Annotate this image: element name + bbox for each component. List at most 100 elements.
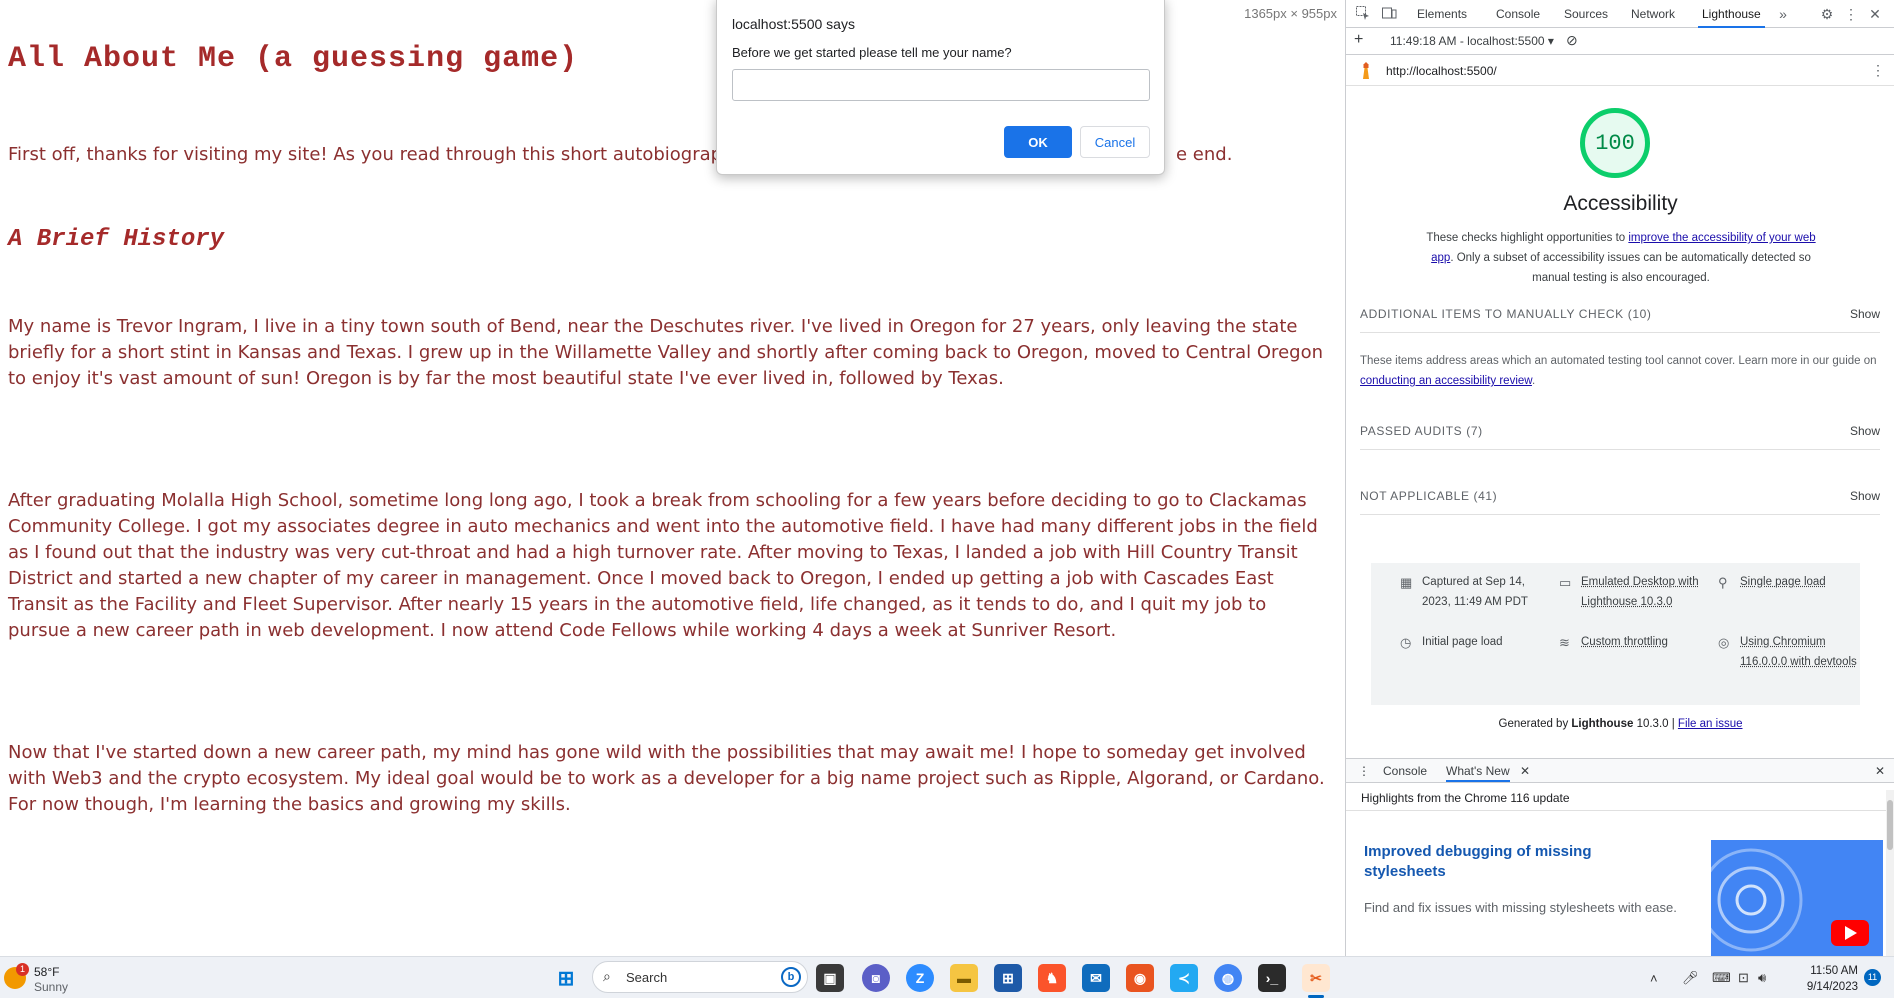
inspect-element-icon[interactable]: [1354, 5, 1372, 23]
note-prefix: These items address areas which an autom…: [1360, 355, 1877, 367]
ubuntu-icon[interactable]: ◉: [1126, 964, 1154, 992]
browser-viewport: 1365px × 955px All About Me (a guessing …: [0, 0, 1345, 956]
start-windows-icon[interactable]: ⊞: [552, 964, 580, 992]
section-manual-checks[interactable]: ADDITIONAL ITEMS TO MANUALLY CHECK (10) …: [1360, 307, 1880, 333]
close-drawer-icon[interactable]: ✕: [1875, 764, 1885, 778]
whats-new-description: Find and fix issues with missing stylesh…: [1364, 900, 1677, 915]
mail-icon[interactable]: ✉: [1082, 964, 1110, 992]
generated-by: Generated by Lighthouse 10.3.0 | File an…: [1346, 718, 1894, 730]
tab-sources[interactable]: Sources: [1564, 0, 1608, 28]
file-explorer-icon[interactable]: ▬: [950, 964, 978, 992]
viewport-dimensions-label: 1365px × 955px: [1244, 6, 1337, 21]
vscode-icon[interactable]: ≺: [1170, 964, 1198, 992]
dialog-name-input[interactable]: [732, 69, 1150, 101]
whats-new-video-thumbnail[interactable]: [1711, 840, 1883, 956]
category-description: These checks highlight opportunities to …: [1416, 228, 1826, 288]
report-url-bar: http://localhost:5500/ ⋮: [1346, 56, 1894, 86]
tab-network[interactable]: Network: [1631, 0, 1675, 28]
whats-new-title-link[interactable]: Improved debugging of missing stylesheet…: [1364, 842, 1664, 882]
intro-tail-text: e end.: [1176, 144, 1233, 165]
network-icon[interactable]: ⊡: [1738, 957, 1749, 998]
cancel-button[interactable]: Cancel: [1080, 126, 1150, 158]
new-report-icon[interactable]: +: [1354, 31, 1363, 49]
weather-badge: 1: [16, 963, 29, 976]
search-icon: ⌕: [603, 968, 611, 984]
clear-reports-icon[interactable]: ⊘: [1566, 32, 1578, 49]
env-text: Emulated Desktop with Lighthouse 10.3.0: [1581, 576, 1699, 608]
chrome-icon[interactable]: ◍: [1214, 964, 1242, 992]
dialog-origin: localhost:5500 says: [732, 16, 855, 32]
close-devtools-icon[interactable]: ✕: [1866, 5, 1884, 23]
notification-badge[interactable]: 11: [1864, 969, 1881, 986]
show-hidden-icons[interactable]: ˄: [1650, 957, 1658, 998]
prompt-dialog: localhost:5500 says Before we get starte…: [716, 0, 1165, 175]
section-count: (10): [1627, 307, 1652, 321]
microsoft-store-icon[interactable]: ⊞: [994, 964, 1022, 992]
drawer-menu-icon[interactable]: ⋮: [1358, 764, 1370, 778]
section-label: ADDITIONAL ITEMS TO MANUALLY CHECK: [1360, 307, 1624, 321]
history-paragraph-3: Now that I've started down a new career …: [8, 742, 1325, 815]
taskbar-search[interactable]: ⌕ Search b: [592, 961, 808, 993]
snipping-tool-icon[interactable]: ✂: [1302, 964, 1330, 992]
env-text: Captured at Sep 14, 2023, 11:49 AM PDT: [1422, 576, 1528, 608]
env-text: Single page load: [1740, 576, 1826, 588]
show-button[interactable]: Show: [1850, 307, 1880, 321]
manual-checks-note: These items address areas which an autom…: [1360, 351, 1880, 391]
volume-icon[interactable]: 🔊︎: [1758, 957, 1766, 998]
desktop-icon: ▭: [1559, 575, 1572, 590]
env-text: Using Chromium 116.0.0.0 with devtools: [1740, 636, 1857, 668]
windows-taskbar: 1 58°F Sunny ⊞ ⌕ Search b ▣ ◙ Z ▬ ⊞ ♞ ✉ …: [0, 956, 1894, 998]
intro-text: First off, thanks for visiting my site! …: [8, 144, 767, 165]
clock-time: 11:50 AM: [1810, 965, 1858, 977]
generated-version: 10.3.0 |: [1633, 718, 1678, 730]
weather-widget[interactable]: 1 58°F Sunny: [4, 963, 94, 995]
kebab-menu-icon[interactable]: ⋮: [1842, 5, 1860, 23]
clock-date: 9/14/2023: [1806, 981, 1858, 993]
whats-new-highlights: Highlights from the Chrome 116 update: [1361, 791, 1570, 805]
description-suffix: . Only a subset of accessibility issues …: [1450, 252, 1811, 284]
microphone-icon[interactable]: 🎤︎: [1682, 957, 1699, 998]
close-tab-icon[interactable]: ✕: [1520, 764, 1530, 778]
show-button[interactable]: Show: [1850, 424, 1880, 438]
devtools-panel: Elements Console Sources Network Lightho…: [1345, 0, 1894, 956]
teams-chat-icon[interactable]: ◙: [862, 964, 890, 992]
env-throttling: ≋ Custom throttling: [1559, 632, 1714, 652]
section-label: NOT APPLICABLE: [1360, 489, 1470, 503]
env-captured: ▦ Captured at Sep 14, 2023, 11:49 AM PDT: [1400, 572, 1555, 612]
drawer-tab-whats-new[interactable]: What's New: [1446, 764, 1510, 782]
section-not-applicable[interactable]: NOT APPLICABLE (41) Show: [1360, 489, 1880, 515]
drawer-tab-console[interactable]: Console: [1383, 764, 1427, 778]
env-initial-load: ◷ Initial page load: [1400, 632, 1555, 652]
runtime-settings: ▦ Captured at Sep 14, 2023, 11:49 AM PDT…: [1371, 563, 1860, 705]
system-clock[interactable]: 11:50 AM 9/14/2023: [1782, 963, 1858, 995]
terminal-icon[interactable]: ›_: [1258, 964, 1286, 992]
report-menu-icon[interactable]: ⋮: [1871, 62, 1885, 79]
show-button[interactable]: Show: [1850, 489, 1880, 503]
env-single-page: ⚲ Single page load: [1718, 572, 1873, 592]
history-paragraph-1: My name is Trevor Ingram, I live in a ti…: [8, 316, 1323, 389]
tab-elements[interactable]: Elements: [1417, 0, 1467, 28]
section-count: (7): [1466, 424, 1483, 438]
bing-icon[interactable]: b: [781, 967, 801, 987]
task-view-icon[interactable]: ▣: [816, 964, 844, 992]
tab-lighthouse[interactable]: Lighthouse: [1698, 0, 1765, 28]
timer-icon: ◷: [1400, 635, 1412, 650]
section-passed-audits[interactable]: PASSED AUDITS (7) Show: [1360, 424, 1880, 450]
tab-console[interactable]: Console: [1496, 0, 1540, 28]
history-paragraph-2: After graduating Molalla High School, so…: [8, 490, 1318, 641]
file-issue-link[interactable]: File an issue: [1678, 718, 1743, 730]
report-selector[interactable]: 11:49:18 AM - localhost:5500 ▾: [1390, 34, 1554, 48]
keyboard-icon[interactable]: ⌨: [1712, 957, 1731, 998]
lighthouse-logo-icon: [1358, 62, 1374, 85]
drawer-scrollbar[interactable]: [1886, 790, 1894, 956]
brave-browser-icon[interactable]: ♞: [1038, 964, 1066, 992]
weather-temp: 58°F: [34, 965, 60, 979]
drawer-tabbar: ⋮ Console What's New ✕ ✕: [1346, 758, 1894, 783]
more-tabs-icon[interactable]: »: [1774, 5, 1792, 23]
ok-button[interactable]: OK: [1004, 126, 1072, 158]
zoom-icon[interactable]: Z: [906, 964, 934, 992]
wifi-icon: ≋: [1559, 635, 1570, 650]
settings-gear-icon[interactable]: ⚙: [1818, 5, 1836, 23]
accessibility-review-link[interactable]: conducting an accessibility review: [1360, 375, 1532, 387]
device-toolbar-icon[interactable]: [1380, 5, 1398, 23]
